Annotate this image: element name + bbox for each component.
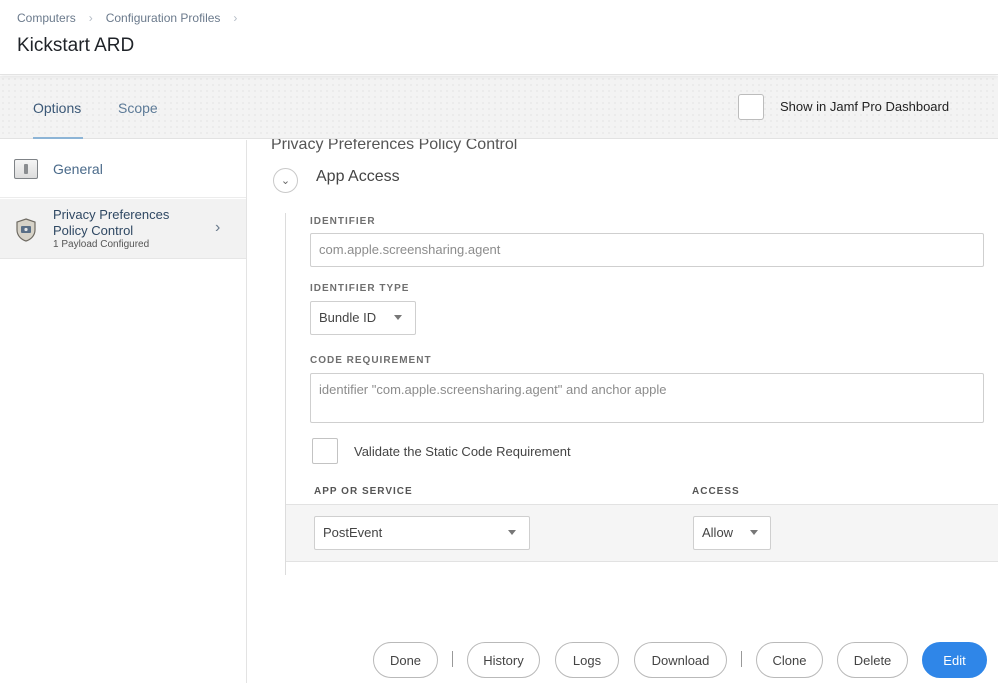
access-header: ACCESS [692, 486, 740, 497]
done-button[interactable]: Done [373, 642, 438, 678]
breadcrumb: Computers › Configuration Profiles › [17, 11, 250, 25]
identifier-input[interactable]: com.apple.screensharing.agent [310, 233, 984, 267]
app-or-service-header: APP OR SERVICE [314, 486, 413, 497]
breadcrumb-configuration-profiles[interactable]: Configuration Profiles [106, 11, 221, 25]
collapse-toggle-button[interactable]: ⌄ [273, 168, 298, 193]
caret-down-icon [394, 315, 402, 320]
breadcrumb-computers[interactable]: Computers [17, 11, 76, 25]
sidebar: General Privacy Preferences Policy Contr… [0, 140, 247, 683]
history-button[interactable]: History [467, 642, 540, 678]
clone-button[interactable]: Clone [756, 642, 823, 678]
tab-options[interactable]: Options [33, 100, 81, 116]
tab-scope[interactable]: Scope [118, 100, 158, 116]
active-tab-indicator [33, 137, 83, 139]
footer-divider [452, 651, 453, 667]
sidebar-item-privacy-preferences[interactable]: Privacy Preferences Policy Control 1 Pay… [0, 199, 246, 259]
validate-static-code-label: Validate the Static Code Requirement [354, 444, 571, 459]
identifier-type-value: Bundle ID [319, 310, 377, 325]
footer-divider [741, 651, 742, 667]
app-access-title: App Access [316, 168, 400, 185]
sidebar-item-label: Privacy Preferences Policy Control [53, 207, 170, 238]
show-in-dashboard-label: Show in Jamf Pro Dashboard [780, 99, 950, 114]
breadcrumb-separator-icon: › [88, 11, 93, 25]
caret-down-icon [508, 530, 516, 535]
identifier-type-select[interactable]: Bundle ID [310, 301, 416, 335]
sidebar-item-general[interactable]: General [0, 140, 246, 198]
download-button[interactable]: Download [634, 642, 727, 678]
edit-button[interactable]: Edit [922, 642, 987, 678]
privacy-shield-icon [16, 218, 36, 242]
table-row: PostEvent Allow [286, 504, 998, 562]
code-requirement-input[interactable]: identifier "com.apple.screensharing.agen… [310, 373, 984, 423]
chevron-right-icon: › [215, 219, 221, 236]
chevron-down-icon: ⌄ [280, 175, 291, 187]
tabs-bar: Options Scope Show in Jamf Pro Dashboard [0, 76, 998, 139]
logs-button[interactable]: Logs [555, 642, 619, 678]
page-header: Computers › Configuration Profiles › Kic… [0, 0, 998, 75]
delete-button[interactable]: Delete [837, 642, 908, 678]
validate-static-code-checkbox[interactable] [312, 438, 338, 464]
app-or-service-select[interactable]: PostEvent [314, 516, 530, 550]
code-requirement-label: CODE REQUIREMENT [310, 355, 432, 366]
page-title: Kickstart ARD [17, 35, 135, 56]
app-or-service-value: PostEvent [323, 525, 383, 540]
general-switch-icon [14, 159, 38, 179]
access-select[interactable]: Allow [693, 516, 771, 550]
payload-count-text: 1 Payload Configured [53, 239, 150, 250]
caret-down-icon [750, 530, 758, 535]
identifier-label: IDENTIFIER [310, 216, 376, 227]
identifier-type-label: IDENTIFIER TYPE [310, 283, 410, 294]
breadcrumb-separator-icon: › [233, 11, 238, 25]
access-value: Allow [702, 525, 734, 540]
sidebar-item-label: General [53, 161, 103, 177]
show-in-dashboard-checkbox[interactable] [738, 94, 764, 120]
